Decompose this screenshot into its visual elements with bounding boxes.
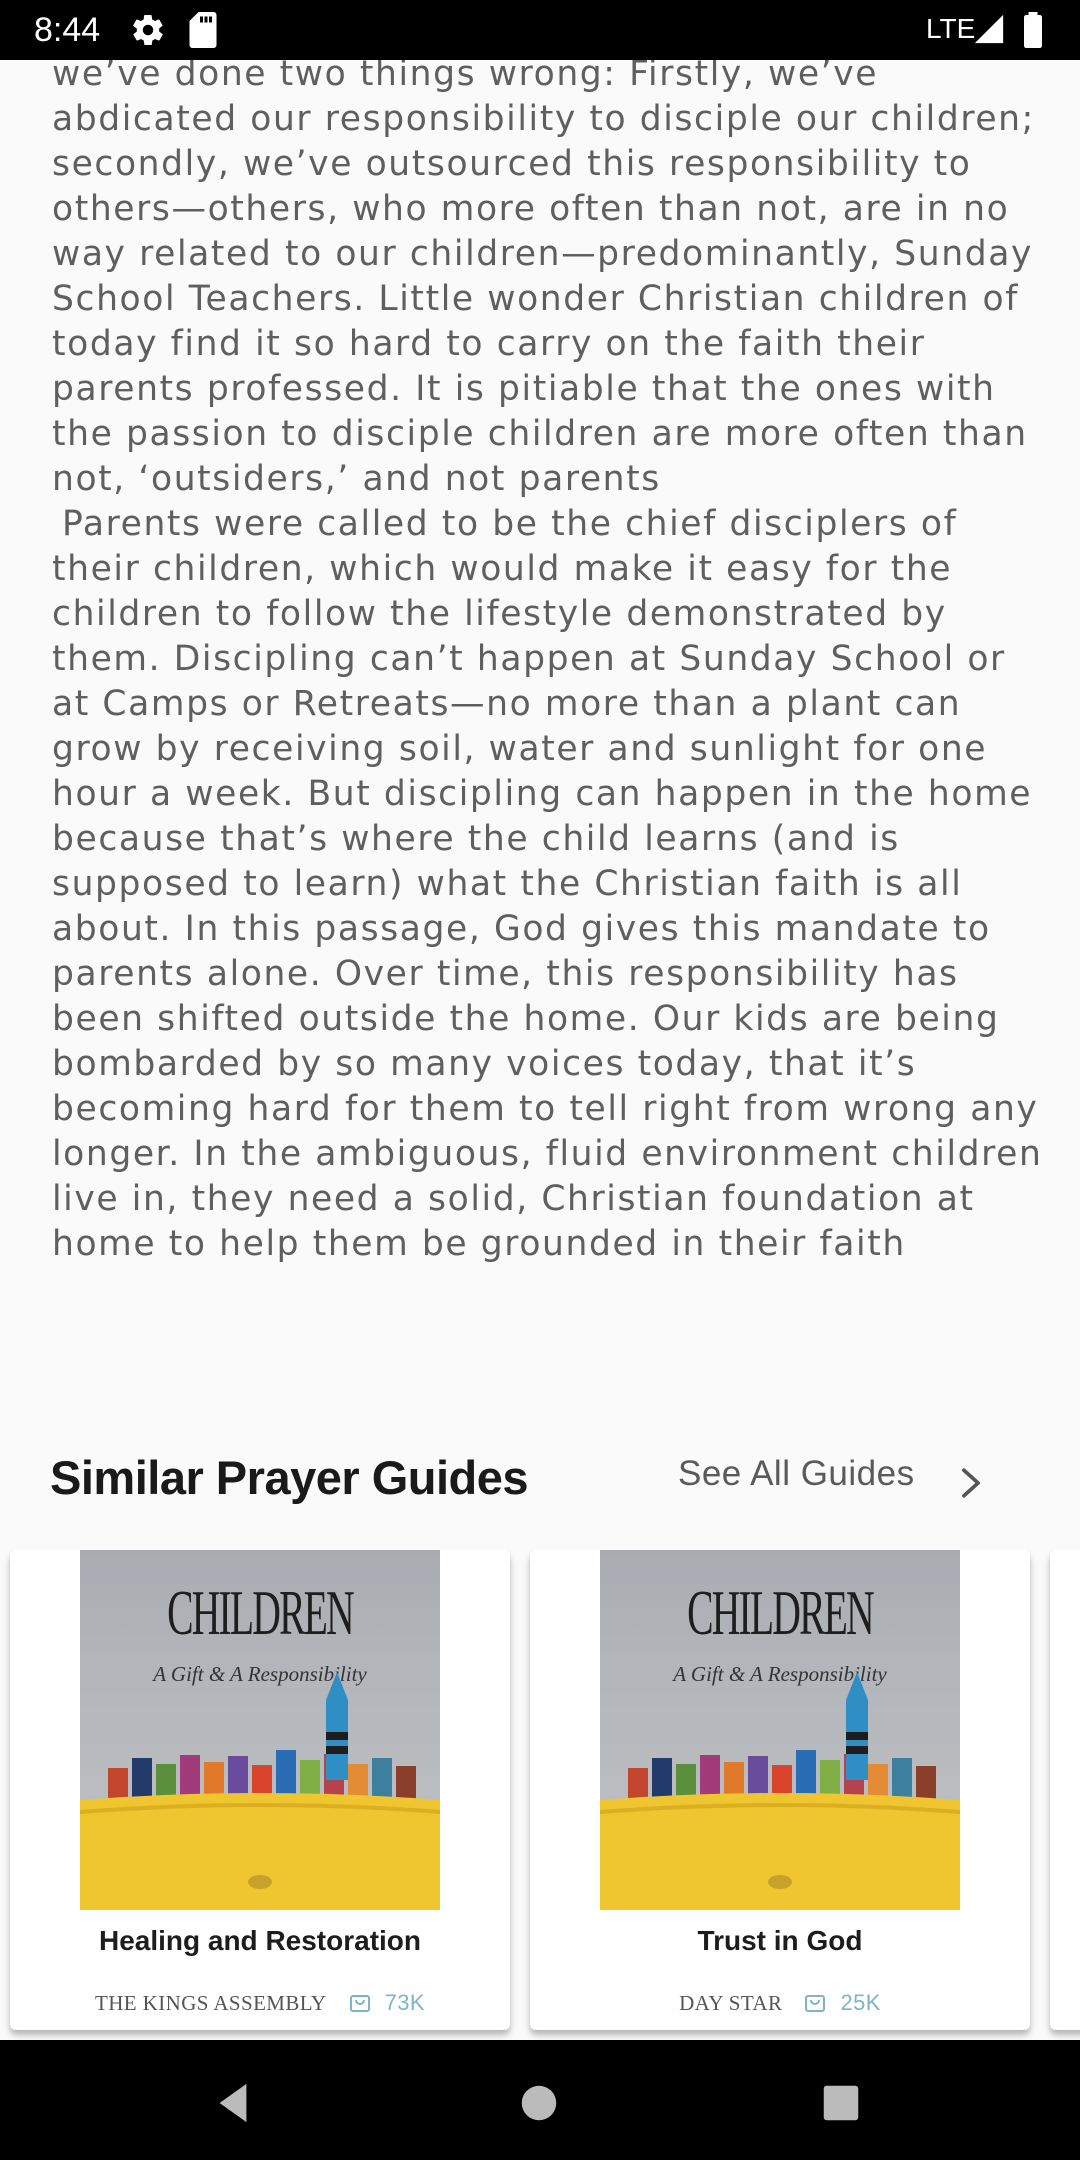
- crayons-illustration: [80, 1672, 440, 1910]
- status-time: 8:44: [34, 11, 101, 49]
- guide-count: 25K: [840, 1990, 881, 2015]
- chevron-right-icon[interactable]: [956, 1466, 986, 1504]
- guide-cover-image: CHILDREN A Gift & A Responsibility: [600, 1550, 960, 1910]
- article-paragraph: Parents were called to be the chief disc…: [52, 504, 1043, 1264]
- back-icon[interactable]: [210, 2080, 256, 2130]
- signal-icon: [972, 12, 1006, 50]
- guide-card[interactable]: CHILDREN A Gift & A Responsibility: [10, 1550, 510, 2030]
- sd-card-icon: [188, 12, 218, 52]
- recents-icon[interactable]: [818, 2080, 864, 2130]
- article-paragraph: we’ve done two things wrong: Firstly, we…: [52, 54, 1035, 499]
- status-bar: 8:44 LTE: [0, 0, 1080, 60]
- network-label: LTE: [926, 13, 976, 44]
- settings-icon: [130, 12, 166, 52]
- guide-meta: The Kings Assembly 73K: [10, 1990, 510, 2016]
- guide-author: The Kings Assembly: [95, 1991, 327, 2015]
- guide-title: Healing and Restoration: [98, 1925, 422, 1956]
- section-title: Similar Prayer Guides: [50, 1451, 529, 1504]
- see-all-guides-link[interactable]: See All Guides: [678, 1454, 915, 1494]
- guide-cover-image: CHILDREN A Gift & A Responsibility: [80, 1550, 440, 1910]
- guide-title: Trust in God: [697, 1925, 863, 1956]
- bag-icon: [789, 1991, 833, 2015]
- home-icon[interactable]: [516, 2080, 562, 2130]
- guides-carousel[interactable]: CHILDREN A Gift & A Responsibility Heali…: [0, 1550, 1080, 2040]
- navigation-bar: [0, 2040, 1080, 2160]
- guide-count: 73K: [384, 1990, 425, 2015]
- guide-card-peek[interactable]: [1050, 1550, 1080, 2030]
- guide-meta: Day Star 25K: [530, 1990, 1030, 2016]
- guide-author: Day Star: [679, 1991, 783, 2015]
- bag-icon: [334, 1991, 378, 2015]
- crayons-illustration: [600, 1672, 960, 1910]
- guide-card[interactable]: CHILDREN A Gift & A Responsibility: [530, 1550, 1030, 2030]
- article-body: we’ve done two things wrong: Firstly, we…: [52, 52, 1052, 1267]
- battery-icon: [1022, 12, 1044, 52]
